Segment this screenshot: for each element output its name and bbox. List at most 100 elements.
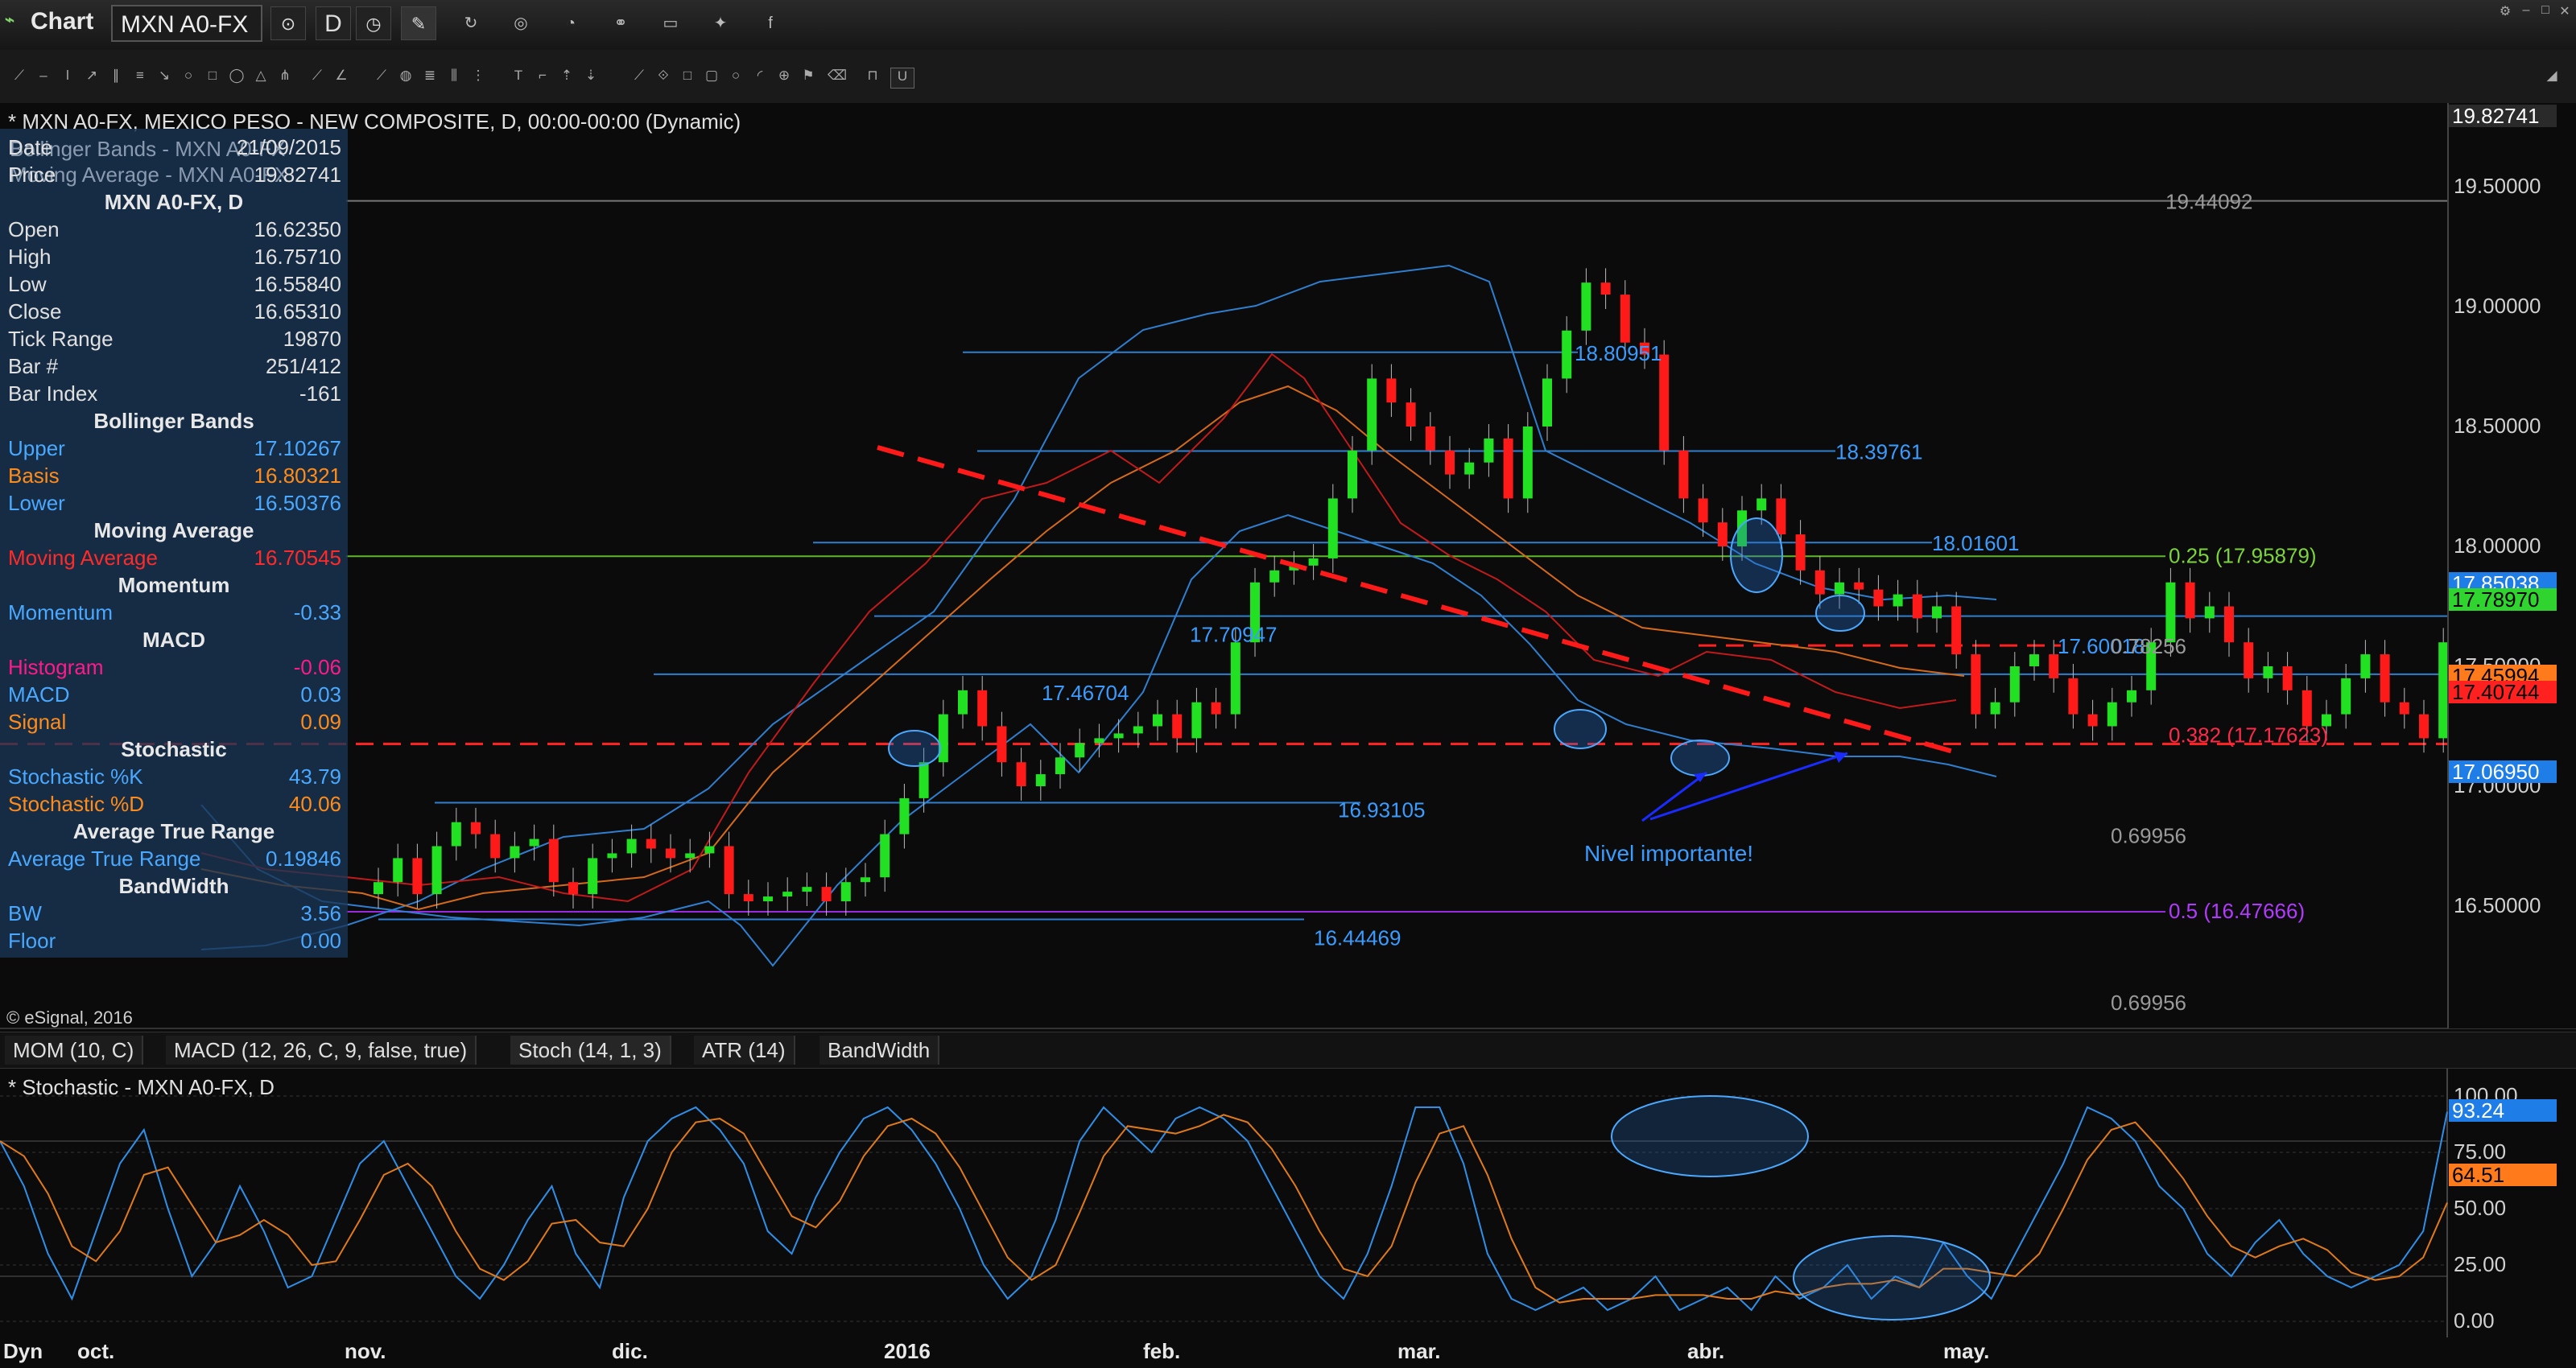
price-axis-tick: 19.50000 (2454, 174, 2541, 198)
data-row-key: MACD (8, 682, 70, 707)
price-level-label: 0.69956 (2111, 991, 2186, 1015)
study-tab[interactable]: MOM (10, C) (5, 1036, 144, 1065)
fib-level-label: 0.382 (17.17623) (2169, 723, 2328, 747)
price-axis[interactable] (2447, 103, 2576, 1028)
data-row: Low 16.55840 (0, 270, 348, 298)
data-row-value: 16.62350 (254, 217, 341, 241)
data-row-value: 17.10267 (254, 436, 341, 460)
candle-body (1503, 438, 1513, 499)
data-row-key: Bollinger Bands (93, 409, 254, 433)
data-row-value: 40.06 (288, 792, 341, 816)
price-level-label: 16.44469 (1314, 925, 1401, 950)
candle-body (997, 726, 1007, 763)
candle-body (2224, 606, 2234, 643)
data-row-key: Bar Index (8, 381, 98, 406)
price-level-label: 17.46704 (1042, 681, 1129, 705)
candle-body (1990, 702, 2000, 715)
time-axis-label: nov. (345, 1339, 386, 1363)
candle-body (510, 846, 520, 859)
candle-body (666, 848, 675, 859)
candle-body (1542, 378, 1552, 426)
data-row-key: Tick Range (8, 327, 114, 351)
study-tab[interactable]: MACD (12, 26, C, 9, false, true) (166, 1036, 477, 1065)
data-row-key: Moving Average (93, 518, 254, 542)
candle-body (2087, 714, 2098, 727)
candle-body (763, 896, 773, 902)
data-row-key: Signal (8, 710, 67, 734)
candle-body (607, 853, 617, 859)
candle-body (529, 839, 539, 847)
data-row: Close 16.65310 (0, 298, 348, 325)
candle-body (490, 834, 501, 859)
time-axis-prefix: Dyn (3, 1339, 43, 1363)
data-row: BandWidth (0, 872, 348, 900)
data-row-value: 16.55840 (254, 272, 341, 296)
candle-body (1464, 462, 1475, 475)
candle-body (1893, 594, 1903, 607)
fib-level-label: 0.25 (17.95879) (2169, 543, 2317, 567)
candle-body (471, 822, 481, 834)
candle-body (1932, 606, 1942, 619)
data-row-key: Upper (8, 436, 65, 460)
data-row-key: Stochastic %D (8, 792, 145, 816)
candle-body (2301, 690, 2312, 727)
price-tag: 19.82741 (2449, 105, 2557, 127)
price-level-label: 16.93105 (1338, 798, 1425, 822)
price-level-label: 17.70947 (1190, 623, 1277, 647)
study-tab[interactable]: BandWidth (819, 1036, 940, 1065)
candle-body (2360, 654, 2371, 678)
data-row: Moving Average 16.70545 (0, 544, 348, 571)
data-row: MACD 0.03 (0, 681, 348, 708)
study-tab-bar: MOM (10, C) MACD (12, 26, C, 9, false, tr… (0, 1032, 2576, 1069)
data-window-panel: Bollinger Bands - MXN A0-FX Moving Averag… (0, 129, 348, 958)
candle-body (1854, 582, 1864, 590)
price-level-label: 18.39761 (1835, 440, 1922, 464)
candle-body (1016, 762, 1026, 786)
candle-body (840, 882, 851, 902)
candle-body (1484, 438, 1494, 463)
candle-body (2399, 702, 2409, 715)
candle-body (2263, 666, 2273, 678)
candle-body (1308, 558, 1319, 566)
data-row: Bar # 251/412 (0, 352, 348, 380)
candle-body (2204, 606, 2215, 619)
candle-body (938, 714, 948, 763)
time-axis[interactable] (0, 1337, 2576, 1368)
stoch-axis-tick: 0.00 (2454, 1308, 2495, 1333)
candle-body (2341, 678, 2351, 715)
candle-body (393, 858, 403, 883)
data-row: Average True Range 0.19846 (0, 845, 348, 872)
data-row-value: 19870 (283, 327, 341, 351)
data-row-key: Date (8, 135, 52, 159)
annotation-text: Nivel importante! (1584, 841, 1753, 866)
price-axis-tick: 16.50000 (2454, 893, 2541, 917)
candle-body (1620, 295, 1630, 343)
data-row-key: Moving Average (8, 546, 158, 570)
candle-body (2127, 690, 2136, 703)
price-tag: 17.06950 (2449, 760, 2557, 783)
candle-body (1873, 589, 1884, 607)
price-chart[interactable]: Nivel importante! 19.44092 18.80951 18.3976… (0, 0, 2576, 1368)
candle-body (1211, 702, 1221, 715)
candle-body (451, 822, 461, 847)
data-row-value: 0.09 (300, 710, 341, 734)
candle-body (743, 894, 753, 902)
candle-body (1912, 594, 1922, 619)
candle-body (1757, 498, 1767, 511)
data-row: Basis 16.80321 (0, 462, 348, 489)
candle-body (861, 877, 870, 883)
study-tab[interactable]: Stoch (14, 1, 3) (510, 1036, 671, 1065)
candle-body (1425, 426, 1435, 451)
time-axis-label: feb. (1143, 1339, 1181, 1363)
data-row: Momentum (0, 571, 348, 599)
data-row-value: 19.82741 (254, 163, 341, 187)
data-row-value: -161 (299, 381, 341, 406)
candle-body (1386, 378, 1397, 403)
study-tab[interactable]: ATR (14) (694, 1036, 795, 1065)
stoch-highlight-ellipse (1793, 1235, 1991, 1321)
data-row-value: 251/412 (266, 354, 341, 378)
price-tag: 17.78970 (2449, 588, 2557, 611)
time-axis-label: may. (1943, 1339, 1990, 1363)
time-axis-label: dic. (612, 1339, 648, 1363)
candle-body (1562, 330, 1572, 379)
